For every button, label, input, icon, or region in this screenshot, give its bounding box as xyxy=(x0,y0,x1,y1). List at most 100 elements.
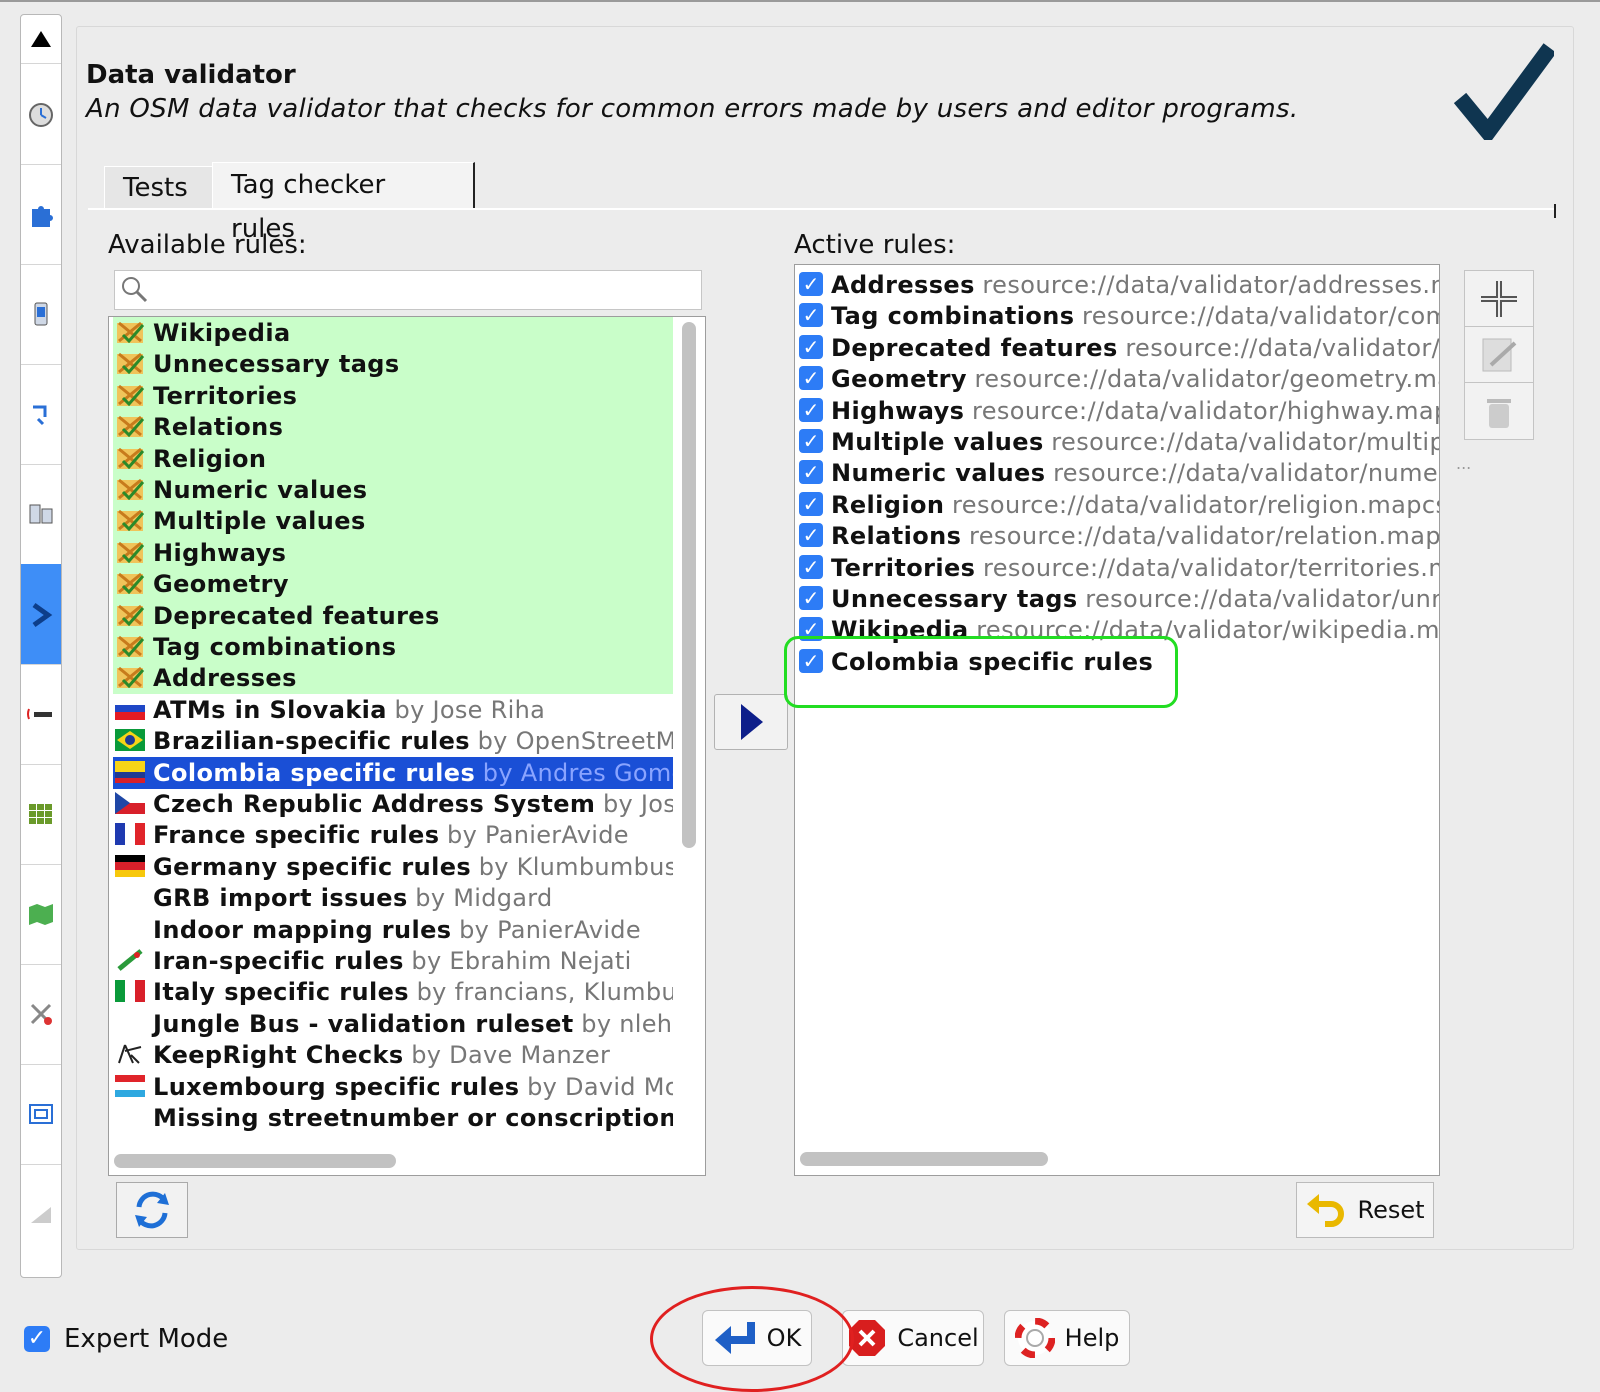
active-rules-hscrollbar[interactable] xyxy=(800,1152,1048,1166)
available-rule-item[interactable]: Brazilian-specific rules by OpenStreetMa… xyxy=(113,725,673,757)
active-rule-item[interactable]: ✓ Relations resource://data/validator/rel… xyxy=(799,520,1439,552)
map-paint-icon xyxy=(29,904,53,925)
active-rule-item[interactable]: ✓ Addresses resource://data/validator/add… xyxy=(799,269,1439,301)
plus-icon xyxy=(1481,281,1517,317)
sidebar-item-map-paint[interactable] xyxy=(21,864,61,965)
active-rule-name: Religion xyxy=(831,490,945,519)
sidebar-item-remote-control[interactable] xyxy=(21,664,61,765)
rule-author: by PanierAvide xyxy=(459,915,641,944)
checkbox-checked-icon[interactable]: ✓ xyxy=(799,429,823,453)
sidebar-item-shortcuts[interactable] xyxy=(21,1064,61,1165)
checkbox-checked-icon[interactable]: ✓ xyxy=(799,303,823,328)
available-rule-item[interactable]: Colombia specific rules by Andres Gomez xyxy=(113,756,673,789)
sidebar-item-tools[interactable] xyxy=(21,964,61,1065)
checkbox-checked-icon[interactable]: ✓ xyxy=(799,491,823,516)
active-rule-item[interactable]: ✓ Deprecated features resource://data/val… xyxy=(799,332,1439,364)
rule-name: GRB import issues xyxy=(153,884,408,913)
available-rule-item[interactable]: Wikipedia xyxy=(113,317,673,349)
active-rules-list[interactable]: ✓ Addresses resource://data/validator/add… xyxy=(794,264,1440,1176)
available-rule-item[interactable]: Numeric values xyxy=(113,474,673,506)
sidebar-item-drawing[interactable] xyxy=(21,364,61,465)
puzzle-icon xyxy=(32,206,53,227)
available-rule-item[interactable]: Addresses xyxy=(113,662,673,695)
checkbox-checked-icon[interactable]: ✓ xyxy=(799,397,823,422)
help-button[interactable]: Help xyxy=(1004,1310,1130,1366)
available-rule-item[interactable]: Unnecessary tags xyxy=(113,348,673,381)
active-rule-item[interactable]: ✓ Religion resource://data/validator/reli… xyxy=(799,489,1439,521)
available-rule-item[interactable]: Tag combinations xyxy=(113,631,673,663)
refresh-icon xyxy=(135,1191,169,1229)
josm-validator-icon xyxy=(117,510,145,532)
search-icon xyxy=(122,277,148,303)
josm-validator-icon xyxy=(117,604,145,626)
rule-name: Religion xyxy=(153,444,267,473)
active-rule-name: Geometry xyxy=(831,365,967,394)
edit-rule-button[interactable] xyxy=(1464,326,1534,384)
checkbox-checked-icon[interactable]: ✓ xyxy=(799,523,823,548)
expert-mode-checkbox[interactable]: ✓ Expert Mode xyxy=(24,1324,228,1354)
sidebar-item-plugins[interactable] xyxy=(21,164,61,265)
cancel-button[interactable]: Cancel xyxy=(842,1310,984,1366)
available-rule-item[interactable]: ATMs in Slovakia by Jose Riha xyxy=(113,694,673,726)
available-rule-item[interactable]: Deprecated features xyxy=(113,599,673,632)
add-to-active-button[interactable] xyxy=(714,694,788,750)
active-rule-item[interactable]: ✓ Numeric values resource://data/validato… xyxy=(799,457,1439,489)
sidebar-item-map[interactable] xyxy=(21,464,61,565)
rules-search-input[interactable] xyxy=(114,270,702,310)
available-rule-item[interactable]: Italy specific rules by francians, Klumb… xyxy=(113,976,673,1008)
delete-rule-button[interactable] xyxy=(1464,382,1534,440)
available-rule-item[interactable]: France specific rules by PanierAvide xyxy=(113,819,673,851)
rule-name: Czech Republic Address System xyxy=(153,790,596,818)
active-rules-label: Active rules: xyxy=(794,230,956,260)
available-rule-item[interactable]: Highways xyxy=(113,536,673,569)
sidebar-item-connection[interactable] xyxy=(21,264,61,365)
available-rules-vscrollbar[interactable] xyxy=(682,322,696,848)
sidebar-item-advanced[interactable] xyxy=(21,1164,61,1264)
available-rule-item[interactable]: Multiple values xyxy=(113,505,673,538)
scroll-up-arrow[interactable] xyxy=(21,15,61,64)
tab-tag-checker-rules[interactable]: Tag checker rules xyxy=(212,162,475,244)
active-rule-item[interactable]: ✓ Geometry resource://data/validator/geom… xyxy=(799,363,1439,395)
reset-button[interactable]: Reset xyxy=(1296,1182,1434,1238)
active-rule-item[interactable]: ✓ Multiple values resource://data/validat… xyxy=(799,426,1439,458)
rule-author: by Jose Riha xyxy=(394,695,546,724)
checkbox-checked-icon[interactable]: ✓ xyxy=(799,272,823,296)
checkbox-checked-icon[interactable]: ✓ xyxy=(799,586,823,610)
sidebar-item-imagery[interactable] xyxy=(21,764,61,865)
triangle-up-icon xyxy=(31,31,51,47)
active-rule-item[interactable]: ✓ Unnecessary tags resource://data/valida… xyxy=(799,583,1439,615)
available-rule-item[interactable]: Iran-specific rules by Ebrahim Nejati xyxy=(113,945,673,977)
sidebar-item-validator[interactable] xyxy=(21,564,61,665)
available-rule-item[interactable]: Religion xyxy=(113,442,673,475)
refresh-button[interactable] xyxy=(116,1182,188,1238)
available-rule-item[interactable]: Geometry xyxy=(113,568,673,601)
available-rule-item[interactable]: KeepRight Checks by Dave Manzer xyxy=(113,1039,673,1071)
annotation-red-circle xyxy=(650,1286,854,1392)
available-rule-item[interactable]: Relations xyxy=(113,411,673,444)
available-rule-item[interactable]: Germany specific rules by Klumbumbus xyxy=(113,851,673,883)
active-rule-item[interactable]: ✓ Territories resource://data/validator/t… xyxy=(799,552,1439,584)
flag-france-icon xyxy=(115,823,145,846)
checkbox-checked-icon[interactable]: ✓ xyxy=(799,460,823,485)
available-rules-hscrollbar[interactable] xyxy=(114,1154,396,1168)
checkbox-checked-icon[interactable]: ✓ xyxy=(799,554,823,579)
preferences-sidebar xyxy=(20,14,62,1278)
sidebar-item-display[interactable] xyxy=(21,64,61,165)
rule-author: by Jose Ri xyxy=(602,790,673,818)
available-rule-item[interactable]: Luxembourg specific rules by David Morai… xyxy=(113,1071,673,1103)
active-rule-source: resource://data/validator/combi xyxy=(1082,302,1439,331)
available-rule-item[interactable]: Indoor mapping rules by PanierAvide xyxy=(113,914,673,946)
active-rule-item[interactable]: ✓ Tag combinations resource://data/valida… xyxy=(799,300,1439,332)
tab-tests[interactable]: Tests xyxy=(104,166,219,209)
available-rule-item[interactable]: GRB import issues by Midgard xyxy=(113,882,673,914)
checkbox-checked-icon[interactable]: ✓ xyxy=(799,334,823,359)
available-rule-item[interactable]: Territories xyxy=(113,379,673,412)
available-rule-item[interactable]: Missing streetnumber or conscriptionnum xyxy=(113,1102,673,1134)
available-rules-list[interactable]: Wikipedia Unnecessary tags Territories Rela… xyxy=(108,316,706,1176)
checkbox-checked-icon[interactable]: ✓ xyxy=(799,366,823,391)
josm-validator-icon xyxy=(117,321,145,343)
available-rule-item[interactable]: Czech Republic Address System by Jose Ri xyxy=(113,788,673,820)
available-rule-item[interactable]: Jungle Bus - validation ruleset by nlehu… xyxy=(113,1008,673,1040)
add-rule-button[interactable] xyxy=(1464,270,1534,328)
active-rule-item[interactable]: ✓ Highways resource://data/validator/high… xyxy=(799,395,1439,427)
